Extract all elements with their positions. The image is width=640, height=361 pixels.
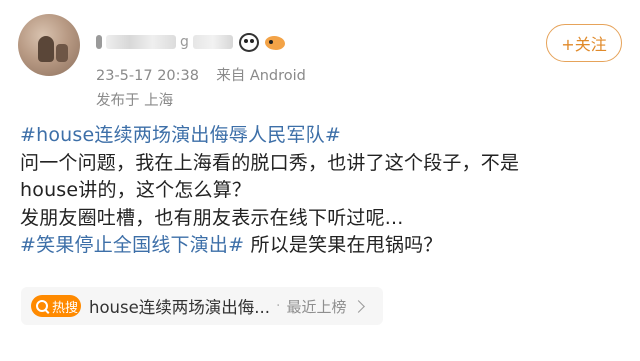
post-line: #house连续两场演出侮辱人民军队#: [20, 122, 630, 150]
hot-search-card[interactable]: 热搜 house连续两场演出侮... · 最近上榜: [21, 287, 383, 325]
follow-button[interactable]: +关注: [546, 24, 622, 62]
topic-link[interactable]: #house连续两场演出侮辱人民军队#: [20, 124, 341, 146]
post-meta: 23-5-17 20:38 来自 Android: [96, 64, 306, 85]
username-redacted-part: [96, 35, 102, 49]
hot-search-separator: ·: [276, 298, 281, 314]
avatar-figure: [38, 36, 54, 62]
fish-emoji-icon: [264, 36, 285, 50]
post-line: 发朋友圈吐槽，也有朋友表示在线下听过呢...: [20, 206, 404, 229]
hot-search-badge: 热搜: [31, 295, 81, 317]
weibo-post-card: g 23-5-17 20:38 来自 Android 发布于 上海 +关注 #h…: [0, 0, 640, 361]
chevron-right-icon: [352, 299, 366, 313]
post-line: house讲的，这个怎么算？: [20, 179, 252, 201]
hot-search-status: 最近上榜: [286, 297, 347, 316]
avatar-figure-secondary: [56, 44, 68, 62]
hot-search-badge-label: 热搜: [52, 300, 79, 316]
avatar[interactable]: [18, 14, 80, 76]
post-line: 问一个问题，我在上海看的脱口秀，也讲了这个段子，不是: [20, 151, 520, 174]
username-visible-char: g: [180, 34, 189, 50]
search-icon: [33, 297, 51, 315]
post-location: 发布于 上海: [96, 93, 174, 109]
post-line-text: 所以是笑果在甩锅吗？: [244, 234, 443, 256]
post-line: #笑果停止全国线下演出# 所以是笑果在甩锅吗？: [20, 232, 630, 260]
username-redacted-part: [192, 35, 233, 49]
post-source: 来自 Android: [216, 68, 306, 84]
post-text: #house连续两场演出侮辱人民军队# 问一个问题，我在上海看的脱口秀，也讲了这…: [20, 122, 630, 260]
username-redacted-part: [106, 35, 176, 49]
topic-link[interactable]: #笑果停止全国线下演出#: [20, 234, 244, 256]
hot-search-title: house连续两场演出侮...: [89, 298, 270, 317]
panda-emoji-icon: [238, 32, 259, 52]
username[interactable]: g: [96, 32, 285, 52]
post-datetime: 23-5-17 20:38: [96, 68, 199, 84]
